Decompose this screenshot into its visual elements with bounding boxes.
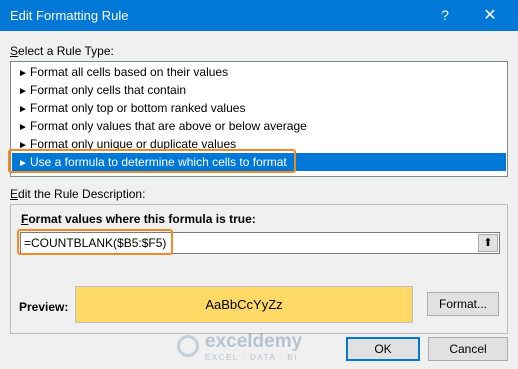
rule-item-all-cells[interactable]: ► Format all cells based on their values: [12, 63, 506, 81]
rule-item-top-bottom[interactable]: ► Format only top or bottom ranked values: [12, 99, 506, 117]
rule-description-label: Edit the Rule Description:: [10, 187, 146, 201]
preview-label: Preview:: [19, 300, 69, 314]
window-title: Edit Formatting Rule: [10, 8, 129, 23]
watermark-icon: [177, 335, 199, 357]
cancel-button[interactable]: Cancel: [428, 337, 508, 361]
preview-swatch: AaBbCcYyZz: [75, 286, 413, 323]
close-icon[interactable]: ✕: [470, 0, 510, 31]
watermark-logo: exceldemy EXCEL · DATA · BI: [165, 331, 355, 367]
collapse-dialog-icon[interactable]: ⬆: [478, 234, 498, 252]
format-button[interactable]: Format...: [427, 292, 499, 316]
formula-label: Format values where this formula is true…: [21, 212, 256, 226]
rule-type-label: Select a Rule Type:: [10, 44, 114, 58]
watermark-tagline: EXCEL · DATA · BI: [205, 353, 298, 362]
help-icon[interactable]: ?: [425, 0, 465, 31]
highlight-box-formula: [17, 229, 173, 255]
ok-button[interactable]: OK: [346, 337, 420, 361]
highlight-box-rule: [8, 149, 296, 173]
rule-item-cells-contain[interactable]: ► Format only cells that contain: [12, 81, 506, 99]
watermark-name: exceldemy: [205, 331, 303, 352]
rule-item-above-below-average[interactable]: ► Format only values that are above or be…: [12, 117, 506, 135]
title-bar: Edit Formatting Rule ? ✕: [0, 0, 518, 31]
